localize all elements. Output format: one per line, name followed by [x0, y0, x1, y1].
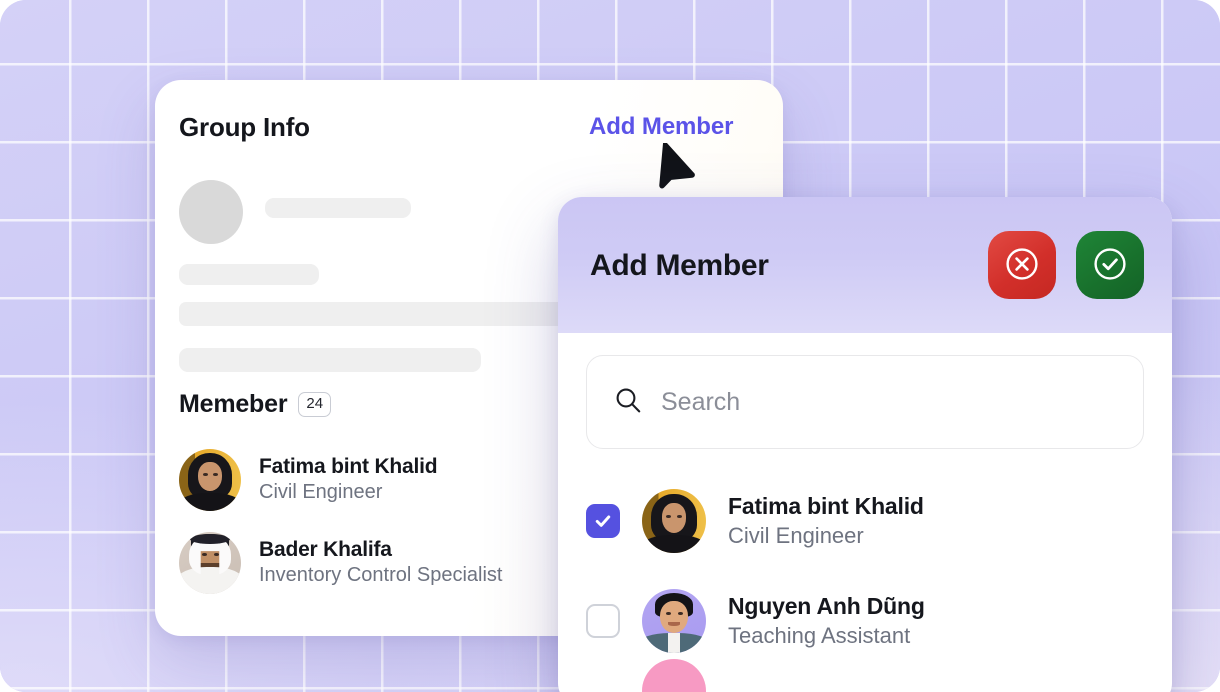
skeleton-bar-2 [179, 302, 609, 326]
avatar [179, 448, 241, 511]
checkbox-checked[interactable] [586, 504, 620, 538]
skeleton-bar-1 [179, 264, 319, 285]
avatar [179, 531, 241, 594]
search-field[interactable] [586, 355, 1144, 449]
avatar [642, 589, 706, 653]
add-member-link[interactable]: Add Member [589, 113, 733, 141]
option-name: Nguyen Anh Dũng [728, 593, 925, 619]
confirm-button[interactable] [1076, 231, 1144, 299]
members-label: Memeber [179, 390, 288, 418]
member-name: Fatima bint Khalid [259, 455, 438, 478]
member-text: Bader Khalifa Inventory Control Speciali… [259, 538, 502, 587]
search-input[interactable] [661, 387, 1117, 417]
skeleton-bar-name [265, 198, 411, 218]
list-item[interactable]: Nguyen Anh Dũng Teaching Assistant [586, 571, 1144, 671]
modal-header: Add Member [558, 197, 1172, 333]
mouse-pointer-icon [653, 141, 699, 197]
members-count-badge: 24 [298, 392, 332, 417]
add-member-modal: Add Member Search Fatima bint Khalid Civ… [558, 197, 1172, 692]
list-item[interactable]: Fatima bint Khalid Civil Engineer [586, 471, 1144, 571]
screenshot-root: Group Info Add Member Memeber 24 Fatima … [0, 0, 1220, 692]
avatar [642, 489, 706, 553]
modal-body: Fatima bint Khalid Civil Engineer [558, 333, 1172, 692]
checkbox-unchecked[interactable] [586, 604, 620, 638]
modal-header-actions [988, 231, 1144, 299]
option-text: Nguyen Anh Dũng Teaching Assistant [728, 593, 925, 649]
avatar [642, 659, 706, 692]
member-role: Inventory Control Specialist [259, 564, 503, 586]
option-name: Fatima bint Khalid [728, 493, 924, 519]
option-role: Teaching Assistant [728, 623, 911, 648]
members-heading: Memeber 24 [179, 390, 332, 419]
skeleton-bar-3 [179, 348, 481, 372]
option-role: Civil Engineer [728, 523, 864, 548]
option-text: Fatima bint Khalid Civil Engineer [728, 493, 924, 549]
check-circle-icon [1093, 247, 1127, 284]
close-circle-icon [1005, 247, 1039, 284]
member-role: Civil Engineer [259, 481, 383, 503]
page-title: Group Info [179, 112, 310, 142]
skeleton-avatar [179, 180, 243, 244]
list-item-partial[interactable] [586, 659, 1144, 692]
modal-title: Add Member [590, 249, 769, 282]
member-text: Fatima bint Khalid Civil Engineer [259, 455, 438, 504]
cancel-button[interactable] [988, 231, 1056, 299]
member-name: Bader Khalifa [259, 538, 392, 561]
member-option-list: Fatima bint Khalid Civil Engineer Nguyen… [586, 471, 1144, 692]
search-icon [613, 385, 643, 420]
